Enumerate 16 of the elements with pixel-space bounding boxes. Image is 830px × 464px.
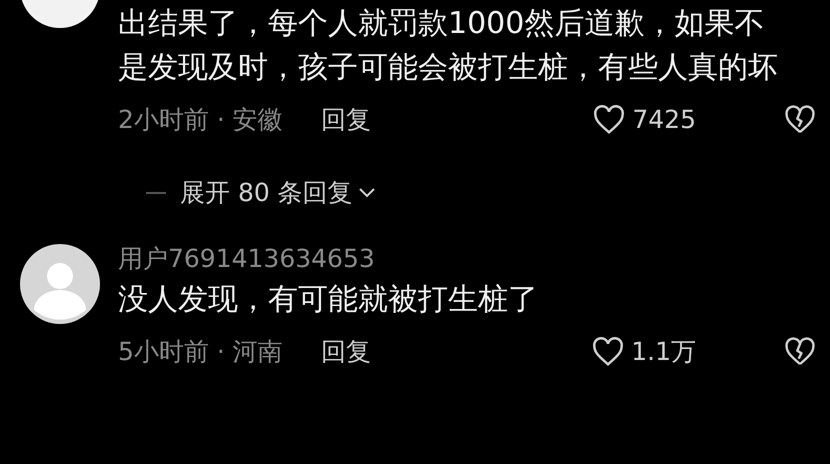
- like-count: 7425: [632, 104, 696, 136]
- comment-meta: 2小时前 · 安徽: [118, 104, 283, 136]
- heart-icon[interactable]: [591, 336, 626, 366]
- comment-text: 没人发现，有可能就被打生桩了: [118, 280, 539, 318]
- expand-replies-button[interactable]: 展开 80 条回复: [180, 174, 377, 212]
- broken-heart-icon[interactable]: [784, 336, 816, 366]
- reply-button[interactable]: 回复: [320, 332, 371, 370]
- broken-heart-icon[interactable]: [784, 105, 816, 135]
- chevron-down-icon: [356, 186, 377, 200]
- comment-meta: 5小时前 · 河南: [118, 336, 283, 368]
- avatar-icon[interactable]: [20, 244, 100, 324]
- like-count: 1.1万: [631, 336, 696, 368]
- comment-text: 出结果了，每个人就罚款1000然后道歉，如果不是发现及时，孩子可能会被打生桩，有些人真的坏: [118, 5, 779, 87]
- heart-icon[interactable]: [592, 105, 626, 135]
- reply-button[interactable]: 回复: [320, 101, 371, 139]
- username: 用户7691413634653: [118, 242, 376, 274]
